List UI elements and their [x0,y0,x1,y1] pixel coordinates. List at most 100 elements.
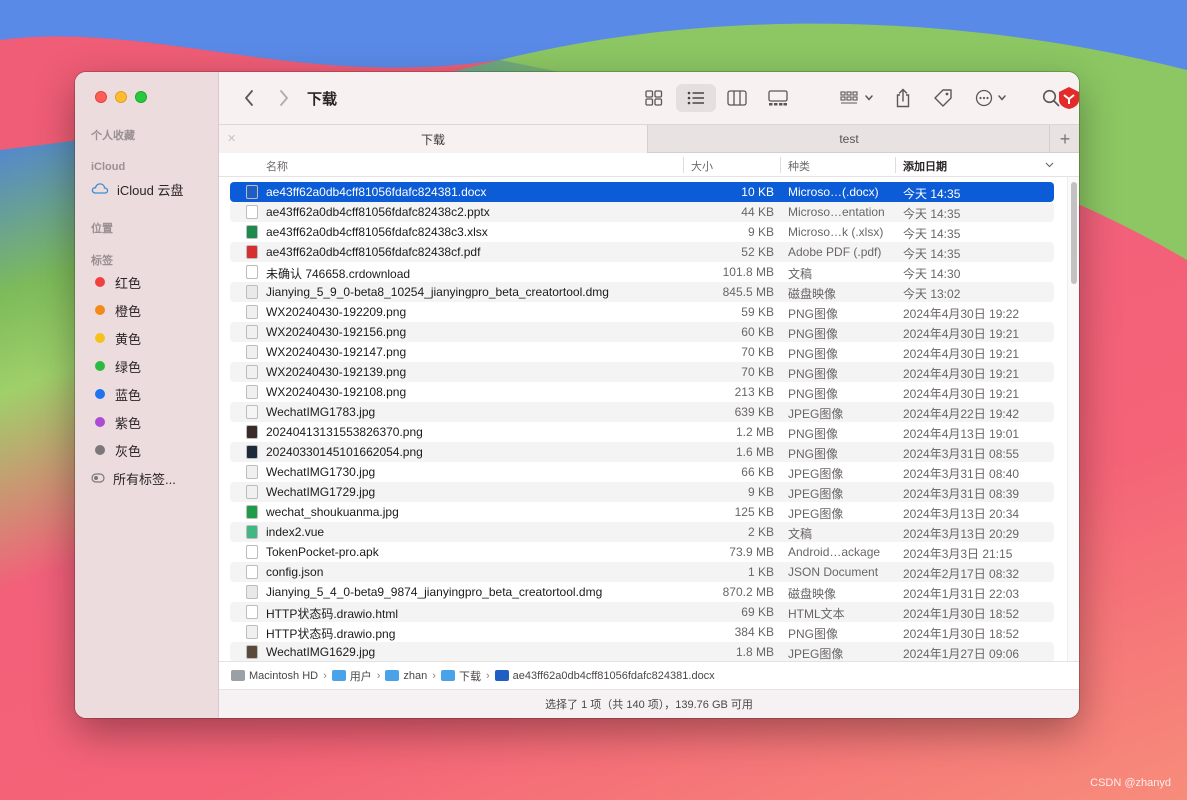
column-divider[interactable] [780,157,781,173]
zoom-button[interactable] [135,91,147,103]
minimize-button[interactable] [115,91,127,103]
column-divider[interactable] [895,157,896,173]
file-row[interactable]: wechat_shoukuanma.jpg 125 KB JPEG图像 2024年3月… [230,502,1054,522]
path-segment[interactable]: 用户 [331,668,372,684]
file-row[interactable]: WechatIMG1783.jpg 639 KB JPEG图像 2024年4月22日 … [230,402,1054,422]
sidebar-section-favorites[interactable]: 个人收藏 [91,127,135,143]
file-kind: JPEG图像 [788,407,844,421]
tag-color-dot [95,361,105,371]
vertical-scrollbar[interactable] [1067,177,1079,661]
list-view-icon [687,91,704,105]
file-row[interactable]: WechatIMG1729.jpg 9 KB JPEG图像 2024年3月31日 08… [230,482,1054,502]
file-kind: JPEG图像 [788,647,844,661]
close-tab-icon[interactable]: ✕ [227,132,236,145]
file-row[interactable]: ae43ff62a0db4cff81056fdafc82438c2.pptx 44… [230,202,1054,222]
file-row[interactable]: TokenPocket-pro.apk 73.9 MB Android…ackage… [230,542,1054,562]
close-button[interactable] [95,91,107,103]
column-name-header[interactable]: 名称 [266,158,288,174]
scroll-thumb[interactable] [1071,182,1077,284]
column-view-button[interactable] [722,84,752,112]
file-name: 20240413131553826370.png [266,425,423,439]
file-kind: 文稿 [788,527,813,541]
column-size-header[interactable]: 大小 [691,158,713,174]
file-row[interactable]: 20240413131553826370.png 1.2 MB PNG图像 2024年… [230,422,1054,442]
gallery-view-button[interactable] [763,84,793,112]
file-row[interactable]: HTTP状态码.drawio.html 69 KB HTML文本 2024年1月30日… [230,602,1054,622]
file-row[interactable]: 未确认 746658.crdownload 101.8 MB 文稿 今天 14:30 [230,262,1054,282]
file-kind: PNG图像 [788,367,839,381]
sidebar-tag-item[interactable]: 黄色 [91,327,141,349]
toolbar: 下载 [219,72,1079,124]
sidebar-tag-item[interactable]: 灰色 [91,439,141,461]
file-row[interactable]: ae43ff62a0db4cff81056fdafc824381.docx 10 … [230,182,1054,202]
finder-window: 个人收藏 iCloud iCloud 云盘 位置 标签 红色橙色黄色绿色蓝色紫色… [75,72,1079,718]
tab-downloads[interactable]: ✕ 下载 [219,125,648,153]
sidebar-tag-item[interactable]: 绿色 [91,355,141,377]
forward-button[interactable] [274,84,294,112]
path-segment[interactable]: Macintosh HD [231,670,318,682]
sidebar-item-all-tags[interactable]: 所有标签... [91,467,176,489]
file-row[interactable]: Jianying_5_9_0-beta8_10254_jianyingpro_b… [230,282,1054,302]
more-actions-button[interactable] [973,84,1013,112]
sidebar-tag-item[interactable]: 橙色 [91,299,141,321]
file-kind: PNG图像 [788,427,839,441]
path-segment[interactable]: 下载 [440,668,481,684]
file-size: 2 KB [747,525,774,539]
path-segment[interactable]: zhan [385,670,427,682]
file-row[interactable]: ae43ff62a0db4cff81056fdafc82438cf.pdf 52 … [230,242,1054,262]
document-icon [246,265,258,279]
sidebar-item-icloud-drive[interactable]: iCloud 云盘 [91,178,183,200]
new-tab-button[interactable]: + [1051,125,1079,153]
file-row[interactable]: WX20240430-192209.png 59 KB PNG图像 2024年4月30… [230,302,1054,322]
tag-button[interactable] [931,84,955,112]
file-row[interactable]: WX20240430-192147.png 70 KB PNG图像 2024年4月30… [230,342,1054,362]
file-kind: PNG图像 [788,387,839,401]
file-row[interactable]: ae43ff62a0db4cff81056fdafc82438c3.xlsx 9 … [230,222,1054,242]
file-row[interactable]: WX20240430-192108.png 213 KB PNG图像 2024年4月3… [230,382,1054,402]
file-date: 2024年3月3日 21:15 [903,547,1013,561]
file-name: WechatIMG1629.jpg [266,645,376,659]
icon-view-button[interactable] [639,84,669,112]
path-bar: Macintosh HD › 用户 › zhan › 下载 › ae43ff62a0db4cff… [219,661,1079,689]
list-view-button[interactable] [676,84,716,112]
sidebar-item-label: 红色 [115,275,142,291]
file-row[interactable]: 20240330145101662054.png 1.6 MB PNG图像 2024年… [230,442,1054,462]
file-date: 2024年1月27日 09:06 [903,647,1020,661]
file-row[interactable]: WechatIMG1730.jpg 66 KB JPEG图像 2024年3月31日 0… [230,462,1054,482]
file-date: 2024年1月30日 18:52 [903,627,1020,641]
file-size: 73.9 MB [729,545,774,559]
file-name: WX20240430-192156.png [266,325,407,339]
column-date-header[interactable]: 添加日期 [903,158,947,174]
file-row[interactable]: WX20240430-192156.png 60 KB PNG图像 2024年4月30… [230,322,1054,342]
file-size: 125 KB [734,505,774,519]
file-date: 2024年4月22日 19:42 [903,407,1020,421]
sidebar-tag-item[interactable]: 蓝色 [91,383,141,405]
sidebar-section-tags[interactable]: 标签 [91,252,113,268]
chevron-down-icon[interactable] [1045,159,1054,171]
file-row[interactable]: WechatIMG1629.jpg 1.8 MB JPEG图像 2024年1月27日 … [230,642,1054,661]
sidebar: 个人收藏 iCloud iCloud 云盘 位置 标签 红色橙色黄色绿色蓝色紫色… [75,72,219,718]
file-row[interactable]: HTTP状态码.drawio.png 384 KB PNG图像 2024年1月30日 … [230,622,1054,642]
path-segment[interactable]: ae43ff62a0db4cff81056fdafc824381.docx [494,670,715,682]
sidebar-item-label: 所有标签... [113,471,176,487]
file-row[interactable]: config.json 1 KB JSON Document 2024年2月17日 0… [230,562,1054,582]
column-divider[interactable] [683,157,684,173]
sidebar-section-icloud[interactable]: iCloud [91,161,125,173]
back-button[interactable] [239,84,259,112]
cloud-icon [91,182,109,197]
group-by-button[interactable] [835,84,879,112]
sidebar-tag-item[interactable]: 红色 [91,271,141,293]
tab-test[interactable]: test [649,125,1050,153]
file-date: 2024年4月30日 19:21 [903,347,1020,361]
sidebar-tag-item[interactable]: 紫色 [91,411,141,433]
tag-color-dot [95,305,105,315]
column-view-icon [727,90,747,106]
search-button[interactable] [1039,84,1063,112]
share-button[interactable] [891,84,915,112]
file-row[interactable]: WX20240430-192139.png 70 KB PNG图像 2024年4月30… [230,362,1054,382]
file-name: TokenPocket-pro.apk [266,545,379,559]
file-row[interactable]: Jianying_5_4_0-beta9_9874_jianyingpro_be… [230,582,1054,602]
sidebar-section-locations[interactable]: 位置 [91,220,113,236]
file-row[interactable]: index2.vue 2 KB 文稿 2024年3月13日 20:29 [230,522,1054,542]
column-kind-header[interactable]: 种类 [788,158,810,174]
